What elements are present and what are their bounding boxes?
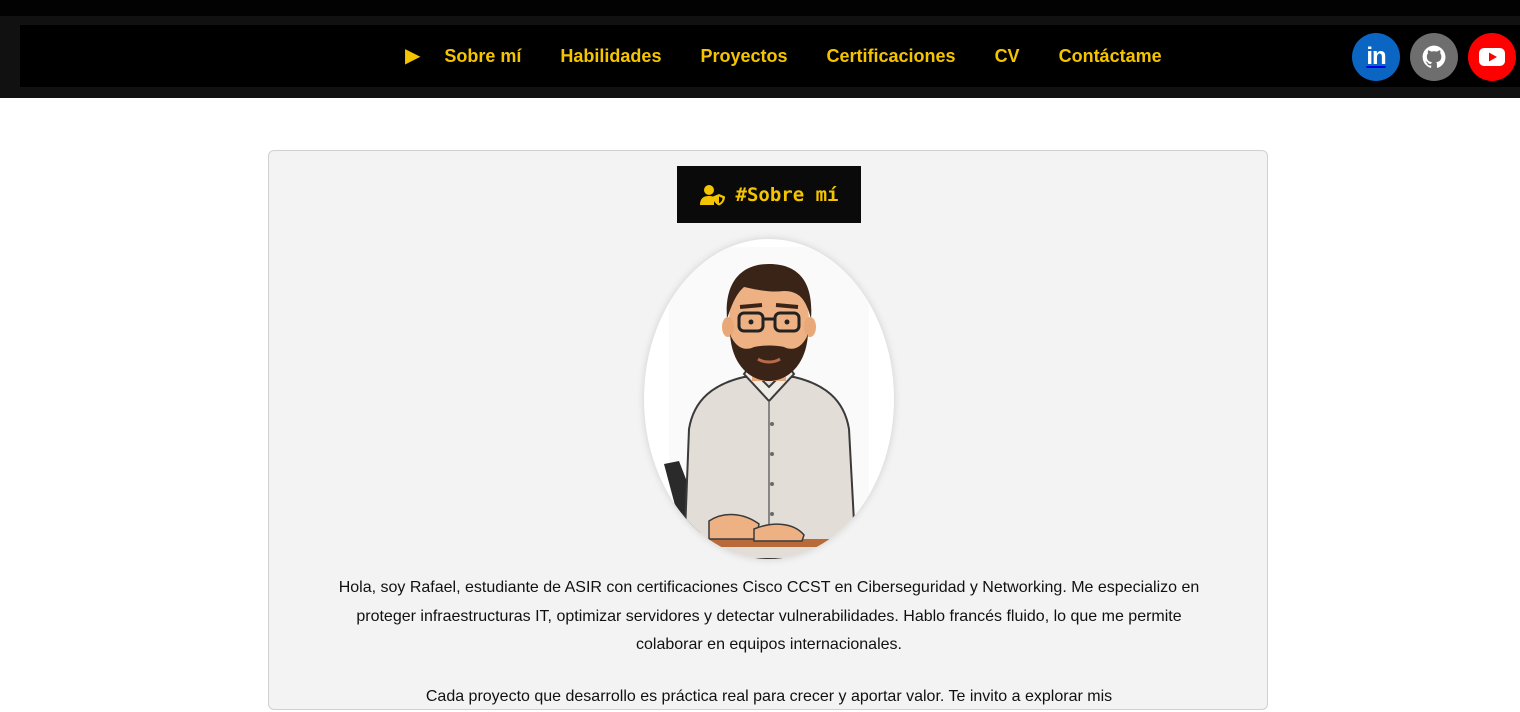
- nav-link-certificaciones[interactable]: Certificaciones: [827, 46, 956, 67]
- profile-avatar: [644, 239, 894, 559]
- linkedin-button[interactable]: in: [1352, 33, 1400, 81]
- nav-bar: ▶ Sobre mí Habilidades Proyectos Certifi…: [20, 25, 1520, 87]
- section-title: #Sobre mí: [735, 183, 839, 206]
- youtube-icon: [1479, 48, 1505, 66]
- main-nav: ▶ Sobre mí Habilidades Proyectos Certifi…: [405, 25, 1201, 87]
- about-card: #Sobre mí Hola, soy Rafael, estudiante d…: [268, 150, 1268, 710]
- nav-link-habilidades[interactable]: Habilidades: [560, 46, 661, 67]
- nav-link-sobre-mi[interactable]: Sobre mí: [444, 46, 521, 67]
- section-title-badge: #Sobre mí: [677, 166, 861, 223]
- github-button[interactable]: [1410, 33, 1458, 81]
- nav-link-cv[interactable]: CV: [995, 46, 1020, 67]
- play-arrow-icon: ▶: [405, 45, 421, 67]
- github-icon: [1422, 45, 1446, 68]
- about-bio: Hola, soy Rafael, estudiante de ASIR con…: [338, 579, 1200, 653]
- user-shield-icon: [699, 184, 725, 205]
- about-bio-continued: Cada proyecto que desarrollo es práctica…: [425, 688, 1113, 705]
- site-header: ▶ Sobre mí Habilidades Proyectos Certifi…: [0, 0, 1520, 98]
- avatar-illustration: [664, 247, 869, 559]
- nav-link-contactame[interactable]: Contáctame: [1059, 46, 1162, 67]
- youtube-button[interactable]: [1468, 33, 1516, 81]
- header-top-strip: [0, 0, 1520, 16]
- nav-link-proyectos[interactable]: Proyectos: [700, 46, 787, 67]
- linkedin-icon: in: [1366, 43, 1386, 70]
